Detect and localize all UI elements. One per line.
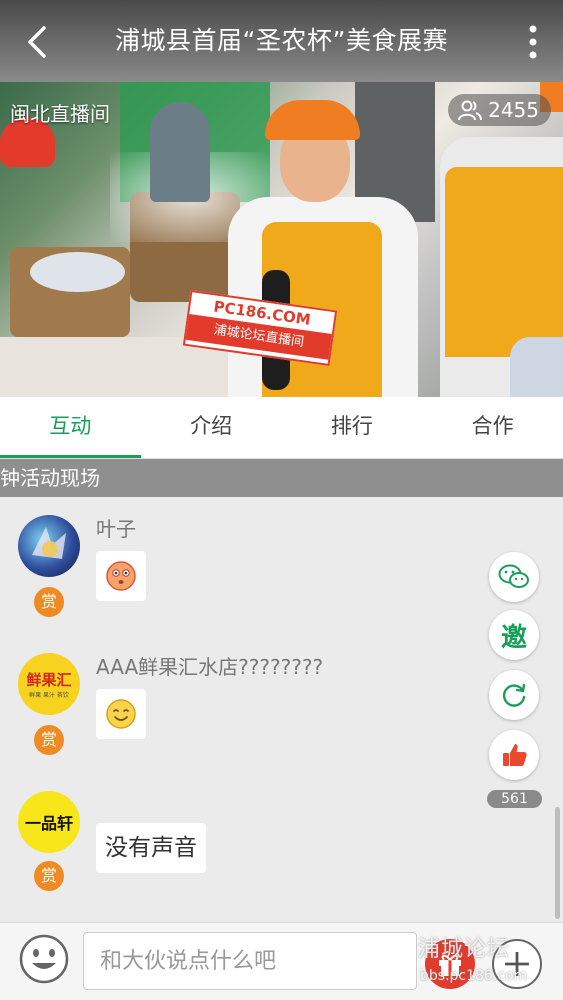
steamer-lid	[30, 252, 125, 292]
comment-input[interactable]	[83, 932, 417, 990]
gift-button[interactable]	[425, 939, 475, 989]
avatar[interactable]: 一品轩	[18, 791, 80, 853]
anime-avatar-icon	[32, 527, 66, 559]
avatar[interactable]	[18, 515, 80, 577]
add-icon[interactable]	[492, 939, 542, 989]
reward-badge[interactable]: 赏	[34, 725, 64, 755]
title-bar: 浦城县首届“圣农杯”美食展赛	[0, 0, 563, 82]
refresh-button[interactable]	[489, 670, 539, 720]
message-bubble	[96, 689, 146, 739]
tab-interaction[interactable]: 互动	[0, 397, 141, 458]
avatar-brand-text: 一品轩	[24, 814, 73, 833]
message-bubble	[96, 551, 146, 601]
viewer-count: 2455	[488, 98, 539, 122]
chat-message: 赏 叶子	[0, 497, 470, 637]
wechat-share-button[interactable]	[489, 552, 539, 602]
reward-badge[interactable]: 赏	[34, 861, 64, 891]
presenter-cap	[265, 100, 360, 140]
chat-message: 一品轩 赏 没有声音	[0, 777, 470, 922]
people-icon	[458, 100, 483, 121]
like-count: 561	[487, 790, 542, 808]
tab-intro[interactable]: 介绍	[141, 397, 282, 458]
chat-list[interactable]: 赏 叶子 鲜果汇 鲜果 果汁 茶饮 赏 AAA鲜果汇水店???????? 一品轩…	[0, 497, 563, 922]
tab-cooperation[interactable]: 合作	[422, 397, 563, 458]
worker-back	[150, 102, 210, 202]
room-name: 闽北直播间	[10, 102, 110, 126]
steamer-right	[510, 337, 563, 397]
flushed-face-icon	[96, 551, 146, 601]
reward-badge[interactable]: 赏	[34, 587, 64, 617]
back-arrow-icon[interactable]	[18, 22, 58, 62]
avatar-brand-text: 鲜果汇	[26, 671, 72, 689]
invite-label: 邀	[500, 622, 527, 653]
thumbs-up-icon	[503, 744, 527, 766]
more-options-icon[interactable]	[527, 24, 539, 60]
like-button[interactable]	[489, 730, 539, 780]
page-title: 浦城县首届“圣农杯”美食展赛	[115, 26, 448, 55]
invite-button[interactable]: 邀	[489, 610, 539, 660]
emoji-picker-icon[interactable]	[18, 933, 70, 985]
username: AAA鲜果汇水店????????	[96, 655, 324, 679]
wechat-icon	[498, 564, 529, 588]
smiling-face-icon	[96, 689, 146, 739]
tab-bar: 互动 介绍 排行 合作	[0, 397, 563, 459]
gift-icon	[439, 954, 461, 976]
refresh-icon	[502, 683, 526, 707]
avatar[interactable]: 鲜果汇 鲜果 果汁 茶饮	[18, 653, 80, 715]
message-text: 没有声音	[105, 835, 197, 861]
message-bubble: 没有声音	[96, 823, 206, 873]
live-video-player[interactable]: PC186.COM 浦城论坛直播间 闽北直播间 2455	[0, 82, 563, 397]
scrollbar[interactable]	[555, 807, 560, 919]
avatar-brand-sub: 鲜果 果汁 茶饮	[29, 692, 69, 699]
announcement-banner: 钟活动现场	[0, 459, 563, 497]
tab-ranking[interactable]: 排行	[282, 397, 423, 458]
viewer-count-badge: 2455	[448, 94, 551, 126]
input-bar: 浦城论坛 bbs.pc186.com	[0, 922, 563, 1000]
username: 叶子	[96, 517, 136, 541]
right-worker-apron	[445, 167, 563, 357]
chat-message: 鲜果汇 鲜果 果汁 茶饮 赏 AAA鲜果汇水店????????	[0, 637, 470, 777]
